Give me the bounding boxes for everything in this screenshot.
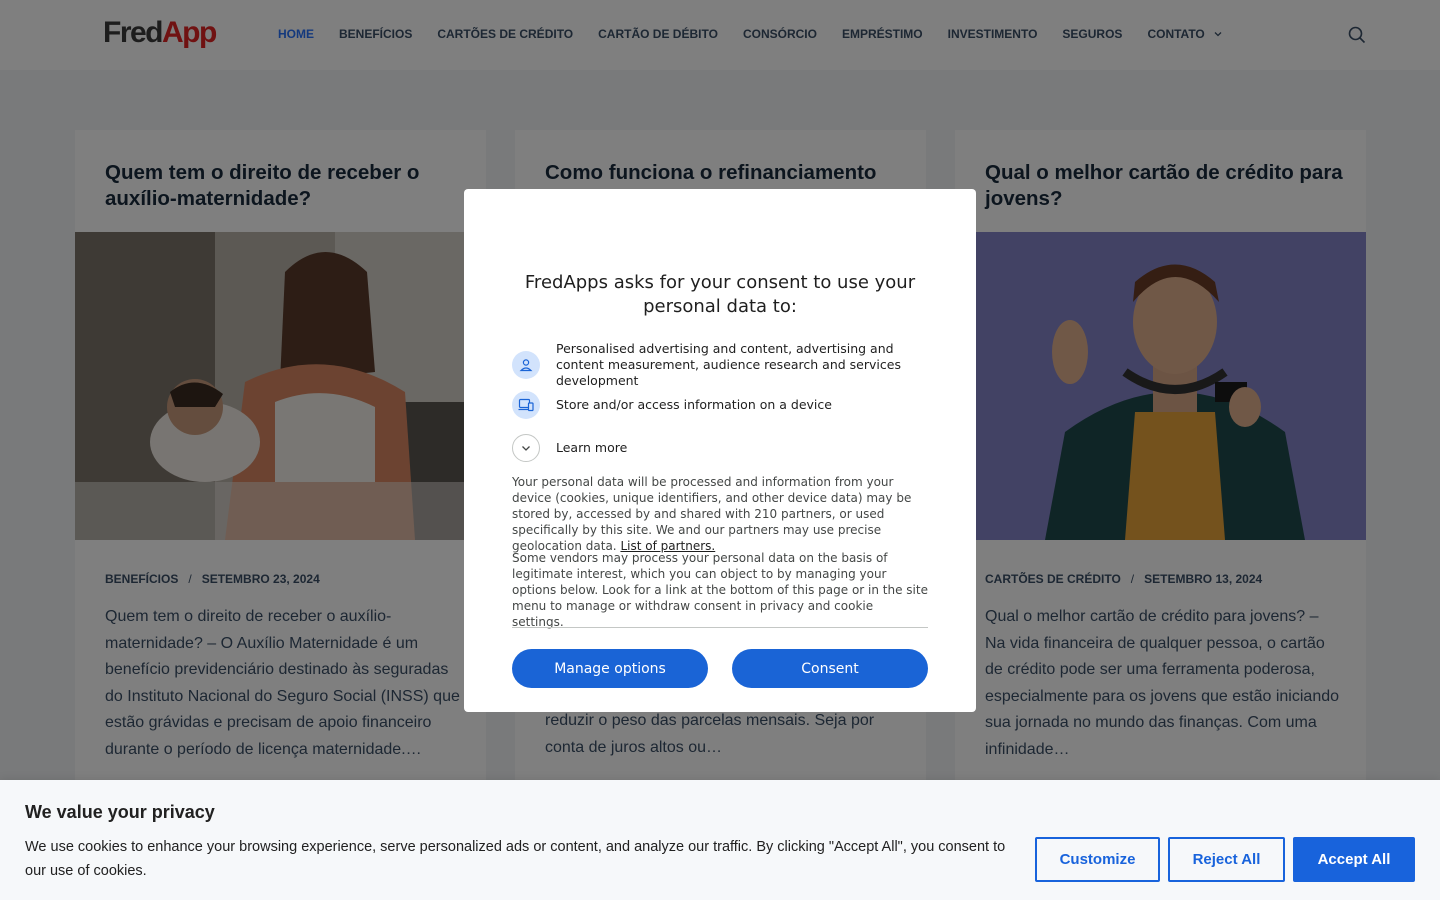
purpose-item: Personalised advertising and content, ad… [512, 341, 928, 389]
chevron-down-icon [512, 434, 540, 462]
person-icon [512, 351, 540, 379]
consent-dialog: FredApps asks for your consent to use yo… [464, 189, 976, 712]
purpose-text: Store and/or access information on a dev… [556, 397, 832, 412]
purpose-text: Personalised advertising and content, ad… [556, 341, 901, 388]
consent-dialog-title: FredApps asks for your consent to use yo… [524, 272, 916, 317]
cookie-banner-text: We use cookies to enhance your browsing … [25, 839, 1006, 879]
manage-options-button[interactable]: Manage options [512, 649, 708, 688]
learn-more-toggle[interactable]: Learn more [512, 434, 928, 462]
cookie-banner-title: We value your privacy [25, 802, 215, 822]
devices-icon [512, 391, 540, 419]
consent-button[interactable]: Consent [732, 649, 928, 688]
purpose-item: Store and/or access information on a dev… [512, 391, 928, 419]
reject-all-button[interactable]: Reject All [1168, 837, 1285, 882]
accept-all-button[interactable]: Accept All [1293, 837, 1415, 882]
legitimate-interest-text: Some vendors may process your personal d… [512, 551, 928, 629]
customize-button[interactable]: Customize [1035, 837, 1160, 882]
learn-more-label: Learn more [556, 440, 628, 455]
consent-description: Your personal data will be processed and… [512, 474, 928, 554]
divider [512, 627, 928, 628]
cookie-banner: We value your privacy We use cookies to … [0, 780, 1440, 900]
